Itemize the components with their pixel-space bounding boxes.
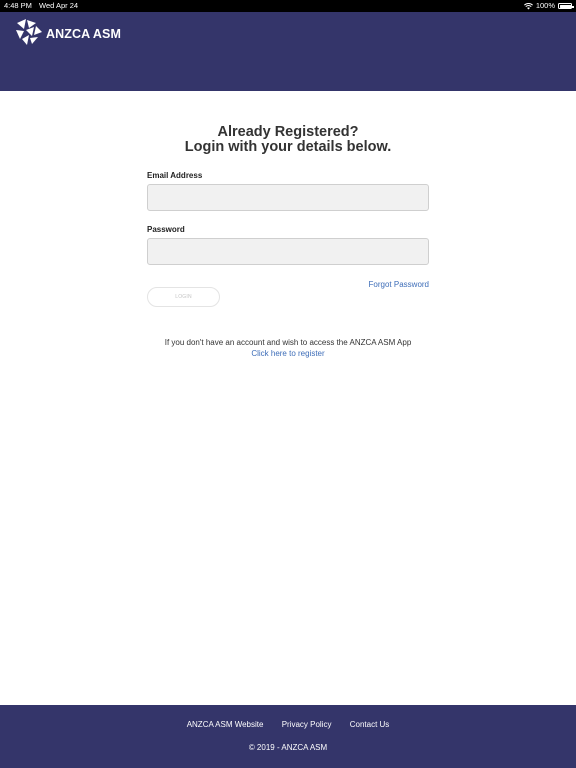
register-text: If you don't have an account and wish to… [164, 338, 412, 347]
logo[interactable]: ANZCA ASM [14, 17, 121, 47]
status-date: Wed Apr 24 [39, 1, 79, 10]
page-title: Already Registered? Login with your deta… [0, 125, 576, 155]
footer-link-contact[interactable]: Contact Us [350, 720, 390, 729]
logo-text: ANZCA ASM [46, 26, 121, 41]
email-label: Email Address [147, 171, 203, 180]
battery-percent: 100% [535, 1, 555, 10]
battery-icon [558, 3, 574, 9]
footer-link-website[interactable]: ANZCA ASM Website [187, 720, 264, 729]
anzca-logo-icon [16, 19, 42, 45]
login-button[interactable]: LOGIN [147, 287, 220, 307]
heading-line-2: Login with your details below. [184, 139, 392, 155]
password-label: Password [147, 225, 185, 234]
forgot-row: Forgot Password [147, 274, 429, 289]
copyright: © 2019 - ANZCA ASM [248, 743, 328, 752]
password-group: Password [147, 225, 429, 265]
status-bar: 4:48 PM Wed Apr 24 100% [0, 0, 576, 12]
status-right: 100% [523, 0, 574, 12]
wifi-icon [523, 2, 533, 9]
header: ANZCA ASM [0, 12, 576, 91]
forgot-password-link[interactable]: Forgot Password [369, 280, 429, 289]
login-section: Already Registered? Login with your deta… [0, 125, 576, 307]
footer-links: ANZCA ASM Website Privacy Policy Contact… [0, 720, 576, 729]
footer: ANZCA ASM Website Privacy Policy Contact… [0, 705, 576, 768]
email-field[interactable] [147, 184, 429, 211]
password-field[interactable] [147, 238, 429, 265]
login-form: Email Address Password Forgot Password L… [147, 171, 429, 307]
footer-link-privacy[interactable]: Privacy Policy [282, 720, 332, 729]
status-time: 4:48 PM [4, 1, 32, 10]
status-left: 4:48 PM Wed Apr 24 [4, 0, 83, 12]
register-block: If you don't have an account and wish to… [0, 337, 576, 359]
register-link[interactable]: Click here to register [0, 348, 576, 359]
heading-line-1: Already Registered? [217, 124, 359, 140]
